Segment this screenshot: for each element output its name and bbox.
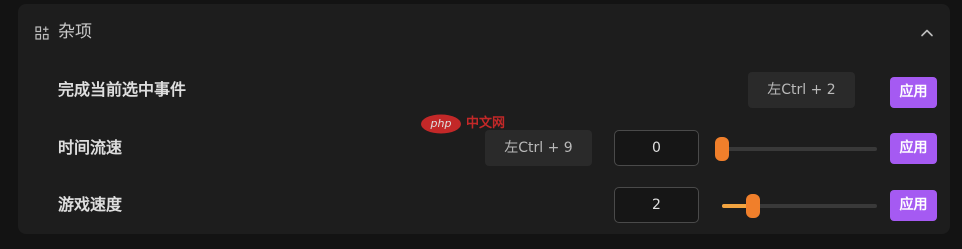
game-speed-slider[interactable]: [722, 194, 877, 218]
watermark-logo-text: php: [430, 117, 452, 130]
apply-button[interactable]: 应用: [890, 190, 937, 221]
setting-row-time-flow: 时间流速 左Ctrl + 9 0 应用: [18, 129, 950, 167]
watermark-text: 中文网: [466, 116, 506, 131]
setting-label: 完成当前选中事件: [58, 80, 187, 99]
watermark: php 中文网: [420, 114, 530, 134]
panel-header[interactable]: 杂项: [18, 4, 950, 60]
panel-title: 杂项: [58, 22, 92, 42]
grid-icon: [35, 26, 49, 40]
slider-thumb[interactable]: [746, 194, 760, 218]
time-flow-input[interactable]: 0: [614, 130, 699, 166]
hotkey-button[interactable]: 左Ctrl + 9: [485, 130, 592, 166]
chevron-up-icon[interactable]: [919, 25, 935, 41]
slider-thumb[interactable]: [715, 137, 729, 161]
setting-label: 时间流速: [58, 138, 123, 157]
hotkey-button[interactable]: 左Ctrl + 2: [748, 72, 855, 108]
setting-row-game-speed: 游戏速度 2 应用: [18, 186, 950, 224]
setting-label: 游戏速度: [58, 195, 123, 214]
time-flow-slider[interactable]: [715, 137, 877, 161]
apply-button[interactable]: 应用: [890, 77, 937, 108]
setting-row-complete-event: 完成当前选中事件 左Ctrl + 2 应用: [18, 71, 950, 109]
apply-button[interactable]: 应用: [890, 133, 937, 164]
game-speed-input[interactable]: 2: [614, 187, 699, 223]
